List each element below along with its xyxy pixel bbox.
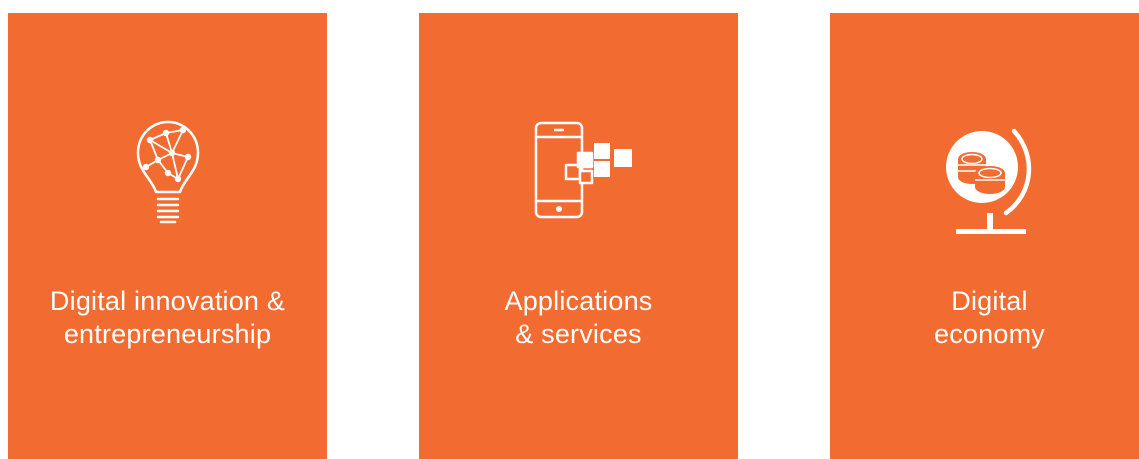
globe-coins-icon: [945, 128, 1031, 234]
card-label: Digital economy: [830, 285, 1139, 351]
card-digital-innovation[interactable]: Digital innovation & entrepreneurship: [8, 13, 327, 459]
card-label-line2: entrepreneurship: [63, 319, 272, 349]
smartphone-apps-icon: [534, 121, 632, 219]
card-label-line1: Digital innovation &: [49, 286, 286, 316]
card-digital-economy[interactable]: Digital economy: [830, 13, 1139, 459]
card-label-line1: Digital: [951, 286, 1028, 316]
card-label: Digital innovation & entrepreneurship: [8, 285, 327, 351]
lightbulb-network-icon: [136, 120, 199, 224]
card-applications-services[interactable]: Applications & services: [419, 13, 738, 459]
card-label-line1: Applications: [504, 286, 653, 316]
card-label-line2: economy: [934, 319, 1045, 349]
card-label-line2: & services: [515, 319, 642, 349]
card-label: Applications & services: [419, 285, 738, 351]
